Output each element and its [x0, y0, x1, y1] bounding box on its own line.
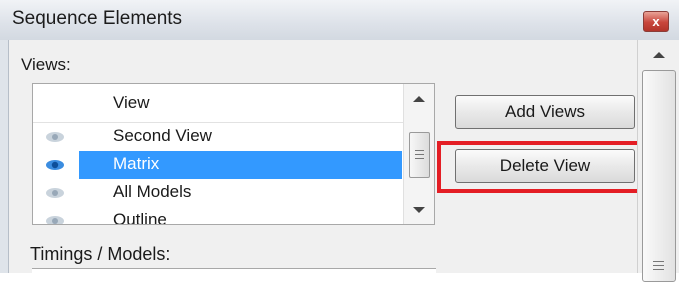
scroll-up-arrow-icon[interactable] — [653, 52, 665, 58]
dialog-scrollbar[interactable] — [637, 40, 679, 282]
views-label: Views: — [21, 55, 71, 74]
window-title: Sequence Elements — [12, 8, 183, 29]
grip-line — [653, 265, 664, 266]
view-column-header[interactable]: View — [33, 84, 403, 123]
eye-icon[interactable] — [45, 187, 65, 199]
title-bar: Sequence Elements x — [0, 0, 679, 41]
list-item-second-view[interactable]: Second View — [33, 123, 403, 151]
grip-line — [415, 154, 424, 155]
list-item-outline[interactable]: Outline — [33, 207, 403, 225]
scroll-down-arrow-icon[interactable] — [413, 207, 425, 213]
views-list[interactable]: View Second View Matrix All Models Outli… — [32, 83, 435, 225]
timings-models-label: Timings / Models: — [30, 244, 171, 264]
scroll-thumb[interactable] — [409, 132, 430, 178]
list-item-matrix[interactable]: Matrix — [33, 151, 403, 179]
eye-icon[interactable] — [45, 159, 65, 171]
view-column-header-label: View — [113, 93, 150, 112]
grip-line — [653, 269, 664, 270]
close-icon: x — [652, 14, 660, 29]
window-frame-left — [0, 40, 9, 273]
list-item-label: Matrix — [113, 154, 160, 173]
dialog-scroll-thumb[interactable] — [642, 70, 676, 282]
timings-models-list[interactable] — [32, 268, 436, 274]
grip-line — [415, 158, 424, 159]
grip-line — [415, 150, 424, 151]
list-item-label: Outline — [113, 210, 167, 225]
eye-icon[interactable] — [45, 215, 65, 225]
delete-view-highlight-box — [437, 141, 642, 193]
eye-icon[interactable] — [45, 131, 65, 143]
add-views-button[interactable]: Add Views — [455, 95, 635, 129]
grip-line — [653, 261, 664, 262]
scroll-up-arrow-icon[interactable] — [413, 96, 425, 102]
list-item-label: Second View — [113, 126, 212, 145]
close-button[interactable]: x — [643, 11, 669, 32]
list-item-all-models[interactable]: All Models — [33, 179, 403, 207]
list-item-label: All Models — [113, 182, 192, 201]
views-list-scrollbar[interactable] — [403, 84, 434, 224]
